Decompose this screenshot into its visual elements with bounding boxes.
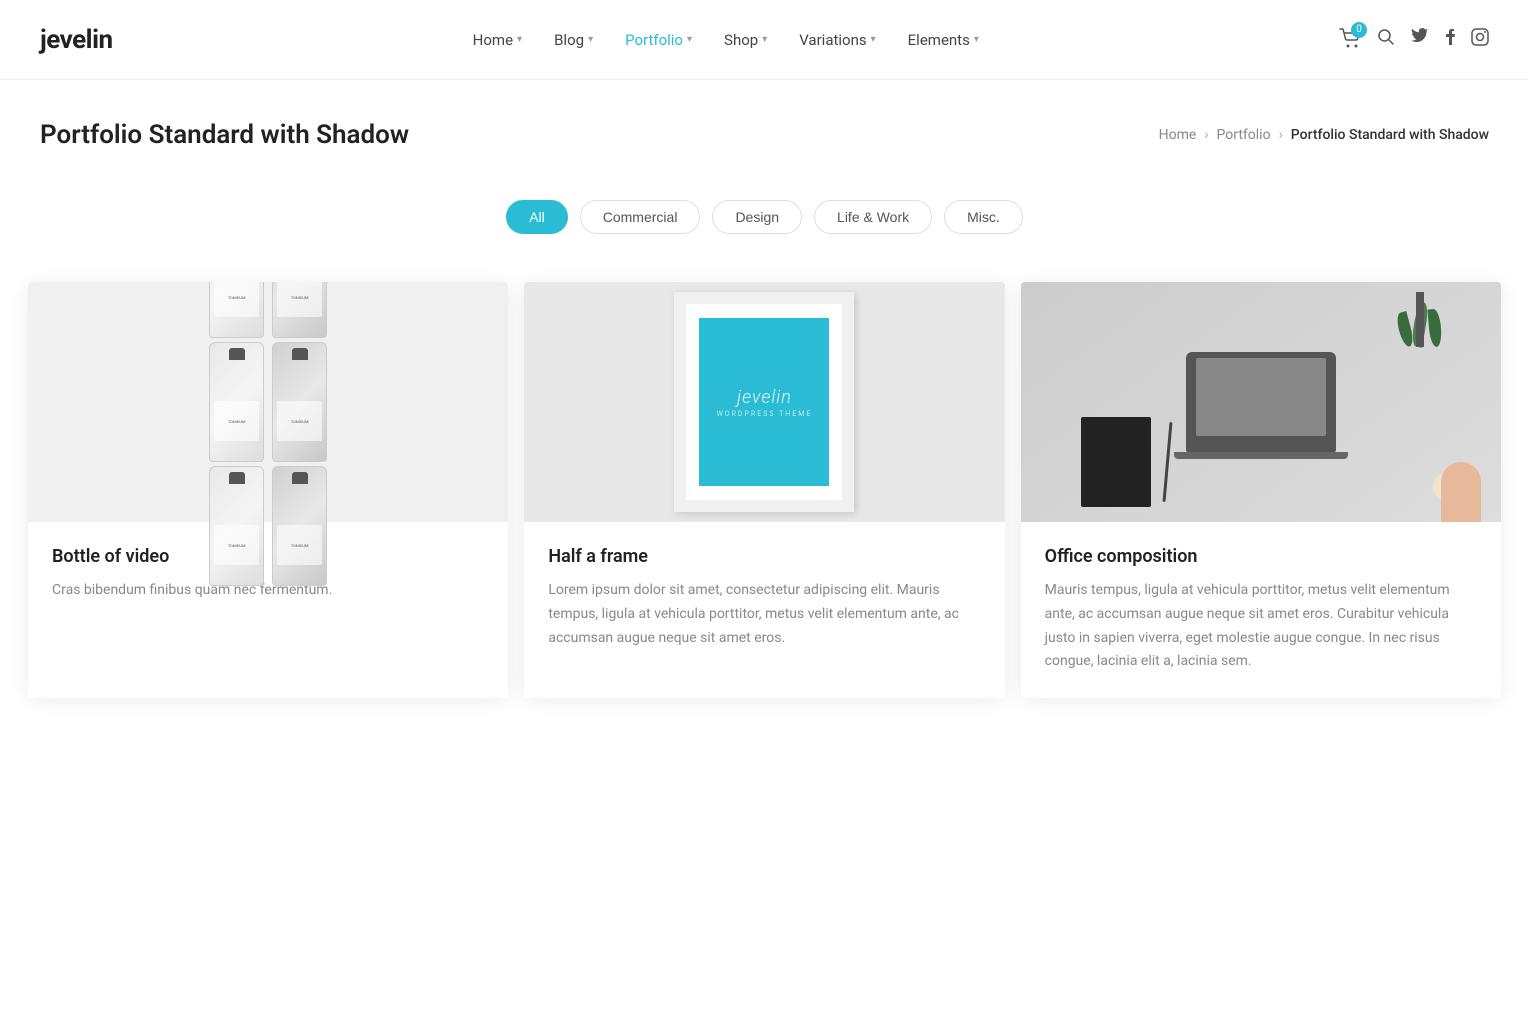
chevron-down-icon: ▾ — [762, 34, 767, 45]
breadcrumb-current: Portfolio Standard with Shadow — [1291, 127, 1489, 143]
nav-home[interactable]: Home ▾ — [461, 23, 534, 57]
cart-count: 0 — [1351, 22, 1367, 38]
filter-all[interactable]: All — [506, 200, 568, 234]
portfolio-card-1: TONIKUM TONIKUM TONIKUM TONIKUM TONIKUM — [28, 282, 508, 698]
portfolio-card-3: Office composition Mauris tempus, ligula… — [1021, 282, 1501, 698]
chevron-down-icon: ▾ — [687, 34, 692, 45]
chevron-down-icon: ▾ — [871, 34, 876, 45]
filter-design[interactable]: Design — [712, 200, 802, 234]
card-description-2: Lorem ipsum dolor sit amet, consectetur … — [548, 579, 980, 650]
filter-life-work[interactable]: Life & Work — [814, 200, 932, 234]
breadcrumb-section: Portfolio Standard with Shadow Home › Po… — [0, 80, 1529, 180]
card-title-3: Office composition — [1045, 546, 1477, 567]
search-icon[interactable] — [1377, 28, 1395, 51]
breadcrumb-portfolio[interactable]: Portfolio — [1217, 127, 1271, 143]
filter-section: All Commercial Design Life & Work Misc. — [0, 180, 1529, 274]
breadcrumb-separator: › — [1204, 127, 1208, 143]
nav-blog[interactable]: Blog ▾ — [542, 23, 605, 57]
card-image-bottles[interactable]: TONIKUM TONIKUM TONIKUM TONIKUM TONIKUM — [28, 282, 508, 522]
card-body-3: Office composition Mauris tempus, ligula… — [1021, 522, 1501, 698]
facebook-icon[interactable] — [1445, 28, 1455, 51]
header-icons: 0 — [1339, 28, 1489, 52]
chevron-down-icon: ▾ — [974, 34, 979, 45]
breadcrumb-home[interactable]: Home — [1159, 127, 1197, 143]
card-title-2: Half a frame — [548, 546, 980, 567]
site-logo[interactable]: jevelin — [40, 25, 113, 55]
filter-misc[interactable]: Misc. — [944, 200, 1023, 234]
main-nav: Home ▾ Blog ▾ Portfolio ▾ Shop ▾ Variati… — [461, 23, 991, 57]
nav-portfolio[interactable]: Portfolio ▾ — [613, 23, 704, 57]
breadcrumb: Home › Portfolio › Portfolio Standard wi… — [1159, 127, 1489, 143]
card-description-1: Cras bibendum finibus quam nec fermentum… — [52, 579, 484, 603]
page-title: Portfolio Standard with Shadow — [40, 120, 409, 150]
nav-variations[interactable]: Variations ▾ — [787, 23, 887, 57]
card-body-2: Half a frame Lorem ipsum dolor sit amet,… — [524, 522, 1004, 674]
portfolio-grid: TONIKUM TONIKUM TONIKUM TONIKUM TONIKUM — [0, 274, 1529, 706]
chevron-down-icon: ▾ — [517, 34, 522, 45]
nav-elements[interactable]: Elements ▾ — [896, 23, 991, 57]
portfolio-card-2: jevelin WORDPRESS THEME Half a frame Lor… — [524, 282, 1004, 698]
card-description-3: Mauris tempus, ligula at vehicula portti… — [1045, 579, 1477, 674]
instagram-icon[interactable] — [1471, 28, 1489, 51]
breadcrumb-separator: › — [1279, 127, 1283, 143]
card-image-frame[interactable]: jevelin WORDPRESS THEME — [524, 282, 1004, 522]
twitter-icon[interactable] — [1411, 28, 1429, 51]
filter-commercial[interactable]: Commercial — [580, 200, 701, 234]
chevron-down-icon: ▾ — [588, 34, 593, 45]
card-image-office[interactable] — [1021, 282, 1501, 522]
header: jevelin Home ▾ Blog ▾ Portfolio ▾ Shop ▾… — [0, 0, 1529, 80]
cart-button[interactable]: 0 — [1339, 28, 1361, 52]
nav-shop[interactable]: Shop ▾ — [712, 23, 779, 57]
